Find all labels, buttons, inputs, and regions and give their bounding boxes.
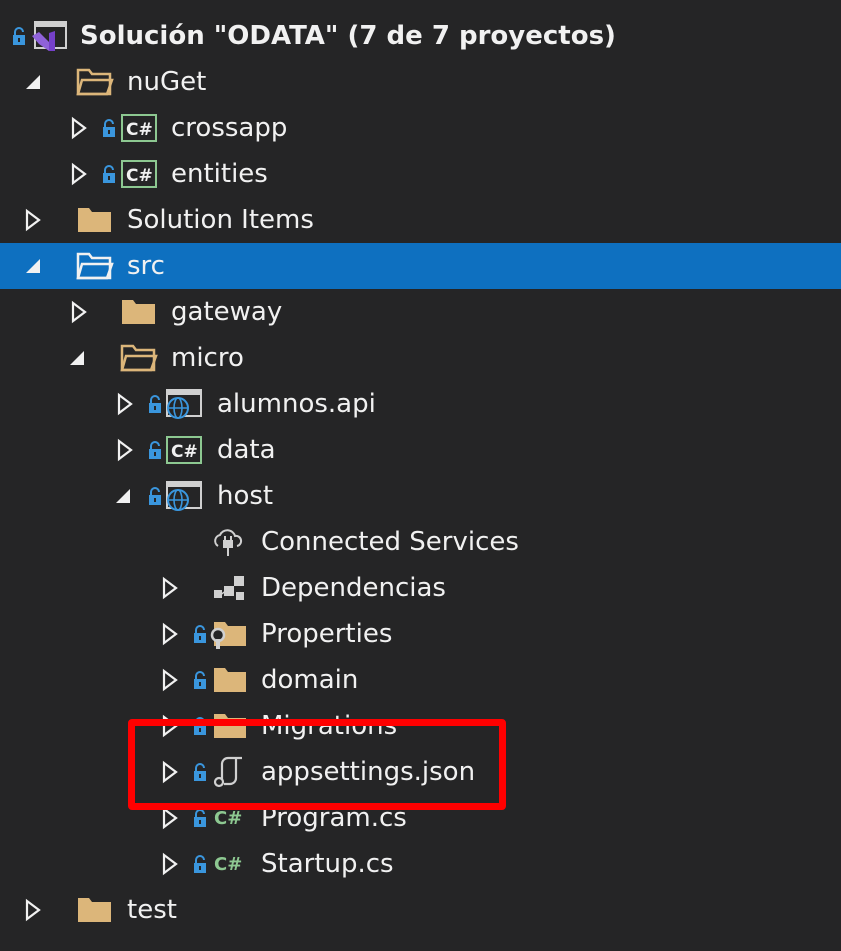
tree-item-label: domain — [261, 665, 359, 695]
tree-row-micro[interactable]: micro — [0, 335, 841, 381]
tree-row-startup-cs[interactable]: C# Startup.cs — [0, 841, 841, 887]
lock-icon — [103, 119, 115, 137]
tree-row-src[interactable]: src — [0, 243, 841, 289]
chevron-collapsed-icon[interactable] — [157, 760, 181, 784]
tree-item-label: Program.cs — [261, 803, 407, 833]
lock-icon — [194, 763, 206, 781]
tree-item-label: data — [217, 435, 276, 465]
chevron-expanded-icon[interactable] — [112, 484, 136, 508]
lock-icon — [149, 441, 161, 459]
chevron-collapsed-icon[interactable] — [157, 576, 181, 600]
folder-icon — [78, 208, 111, 232]
tree-row-dependencias[interactable]: Dependencias — [0, 565, 841, 611]
svg-text:C#: C# — [126, 166, 153, 186]
chevron-collapsed-icon[interactable] — [66, 116, 90, 140]
tree-row-gateway[interactable]: gateway — [0, 289, 841, 335]
chevron-collapsed-icon[interactable] — [66, 300, 90, 324]
tree-row-appsettings-json[interactable]: appsettings.json — [0, 749, 841, 795]
properties-folder-icon — [210, 622, 246, 649]
tree-item-label: Connected Services — [261, 527, 519, 557]
chevron-collapsed-icon[interactable] — [20, 898, 44, 922]
chevron-collapsed-icon[interactable] — [157, 622, 181, 646]
lock-icon — [13, 27, 25, 45]
chevron-expanded-icon[interactable] — [66, 346, 90, 370]
tree-row-data[interactable]: C# data — [0, 427, 841, 473]
json-settings-file-icon — [213, 756, 242, 788]
tree-row-solution[interactable]: Solución "ODATA" (7 de 7 proyectos) — [0, 13, 841, 59]
folder-open-icon — [76, 68, 114, 96]
lock-icon — [194, 717, 206, 735]
csharp-project-icon: C# — [166, 436, 202, 464]
chevron-collapsed-icon[interactable] — [66, 162, 90, 186]
lock-icon — [149, 395, 161, 413]
tree-item-label: appsettings.json — [261, 757, 476, 787]
folder-icon — [78, 898, 111, 922]
tree-item-label: src — [127, 251, 165, 281]
tree-item-label: Startup.cs — [261, 849, 394, 879]
tree-item-label: micro — [171, 343, 244, 373]
tree-row-solution-items[interactable]: Solution Items — [0, 197, 841, 243]
connected-services-icon — [214, 529, 243, 556]
lock-icon — [194, 809, 206, 827]
tree-item-label: Dependencias — [261, 573, 446, 603]
chevron-expanded-icon[interactable] — [22, 70, 46, 94]
csharp-file-icon: C# — [214, 808, 242, 829]
folder-icon — [214, 714, 246, 738]
csharp-file-icon: C# — [214, 854, 242, 875]
solution-explorer-tree: Solución "ODATA" (7 de 7 proyectos) nuGe… — [0, 13, 841, 933]
tree-item-label: Properties — [261, 619, 393, 649]
svg-text:C#: C# — [126, 120, 153, 140]
tree-row-migrations[interactable]: Migrations — [0, 703, 841, 749]
chevron-collapsed-icon[interactable] — [157, 668, 181, 692]
web-project-icon — [166, 481, 202, 511]
tree-row-program-cs[interactable]: C# Program.cs — [0, 795, 841, 841]
tree-item-label: entities — [171, 159, 268, 189]
lock-icon — [194, 855, 206, 873]
tree-item-label: Migrations — [261, 711, 398, 741]
chevron-collapsed-icon[interactable] — [20, 208, 44, 232]
tree-item-label: gateway — [171, 297, 283, 327]
svg-text:C#: C# — [171, 442, 198, 462]
tree-item-label: Solution Items — [127, 205, 314, 235]
lock-icon — [194, 671, 206, 689]
folder-open-icon — [120, 344, 158, 372]
chevron-collapsed-icon[interactable] — [157, 852, 181, 876]
tree-item-label: alumnos.api — [217, 389, 376, 419]
folder-icon — [122, 300, 155, 324]
tree-row-host[interactable]: host — [0, 473, 841, 519]
folder-icon — [214, 668, 246, 692]
lock-icon — [149, 487, 161, 505]
tree-row-entities[interactable]: C# entities — [0, 151, 841, 197]
tree-row-nuget[interactable]: nuGet — [0, 59, 841, 105]
dependencies-icon — [214, 576, 244, 600]
tree-item-label: crossapp — [171, 113, 288, 143]
chevron-collapsed-icon[interactable] — [112, 392, 136, 416]
tree-row-domain[interactable]: domain — [0, 657, 841, 703]
tree-item-label: test — [127, 895, 177, 925]
csharp-project-icon: C# — [121, 114, 157, 142]
solution-icon — [32, 21, 67, 51]
lock-icon — [103, 165, 115, 183]
tree-item-label: host — [217, 481, 274, 511]
lock-icon — [194, 625, 206, 643]
web-project-icon — [166, 389, 202, 419]
tree-item-label: nuGet — [127, 67, 207, 97]
chevron-collapsed-icon[interactable] — [157, 806, 181, 830]
tree-row-test[interactable]: test — [0, 887, 841, 933]
folder-open-icon — [76, 252, 114, 280]
svg-text:C#: C# — [214, 808, 242, 829]
tree-row-properties[interactable]: Properties — [0, 611, 841, 657]
csharp-project-icon: C# — [121, 160, 157, 188]
solution-label: Solución "ODATA" (7 de 7 proyectos) — [80, 21, 616, 51]
chevron-expanded-icon[interactable] — [22, 254, 46, 278]
chevron-collapsed-icon[interactable] — [112, 438, 136, 462]
tree-row-crossapp[interactable]: C# crossapp — [0, 105, 841, 151]
svg-text:C#: C# — [214, 854, 242, 875]
tree-row-connected-services[interactable]: Connected Services — [0, 519, 841, 565]
tree-row-alumnos-api[interactable]: alumnos.api — [0, 381, 841, 427]
chevron-collapsed-icon[interactable] — [157, 714, 181, 738]
